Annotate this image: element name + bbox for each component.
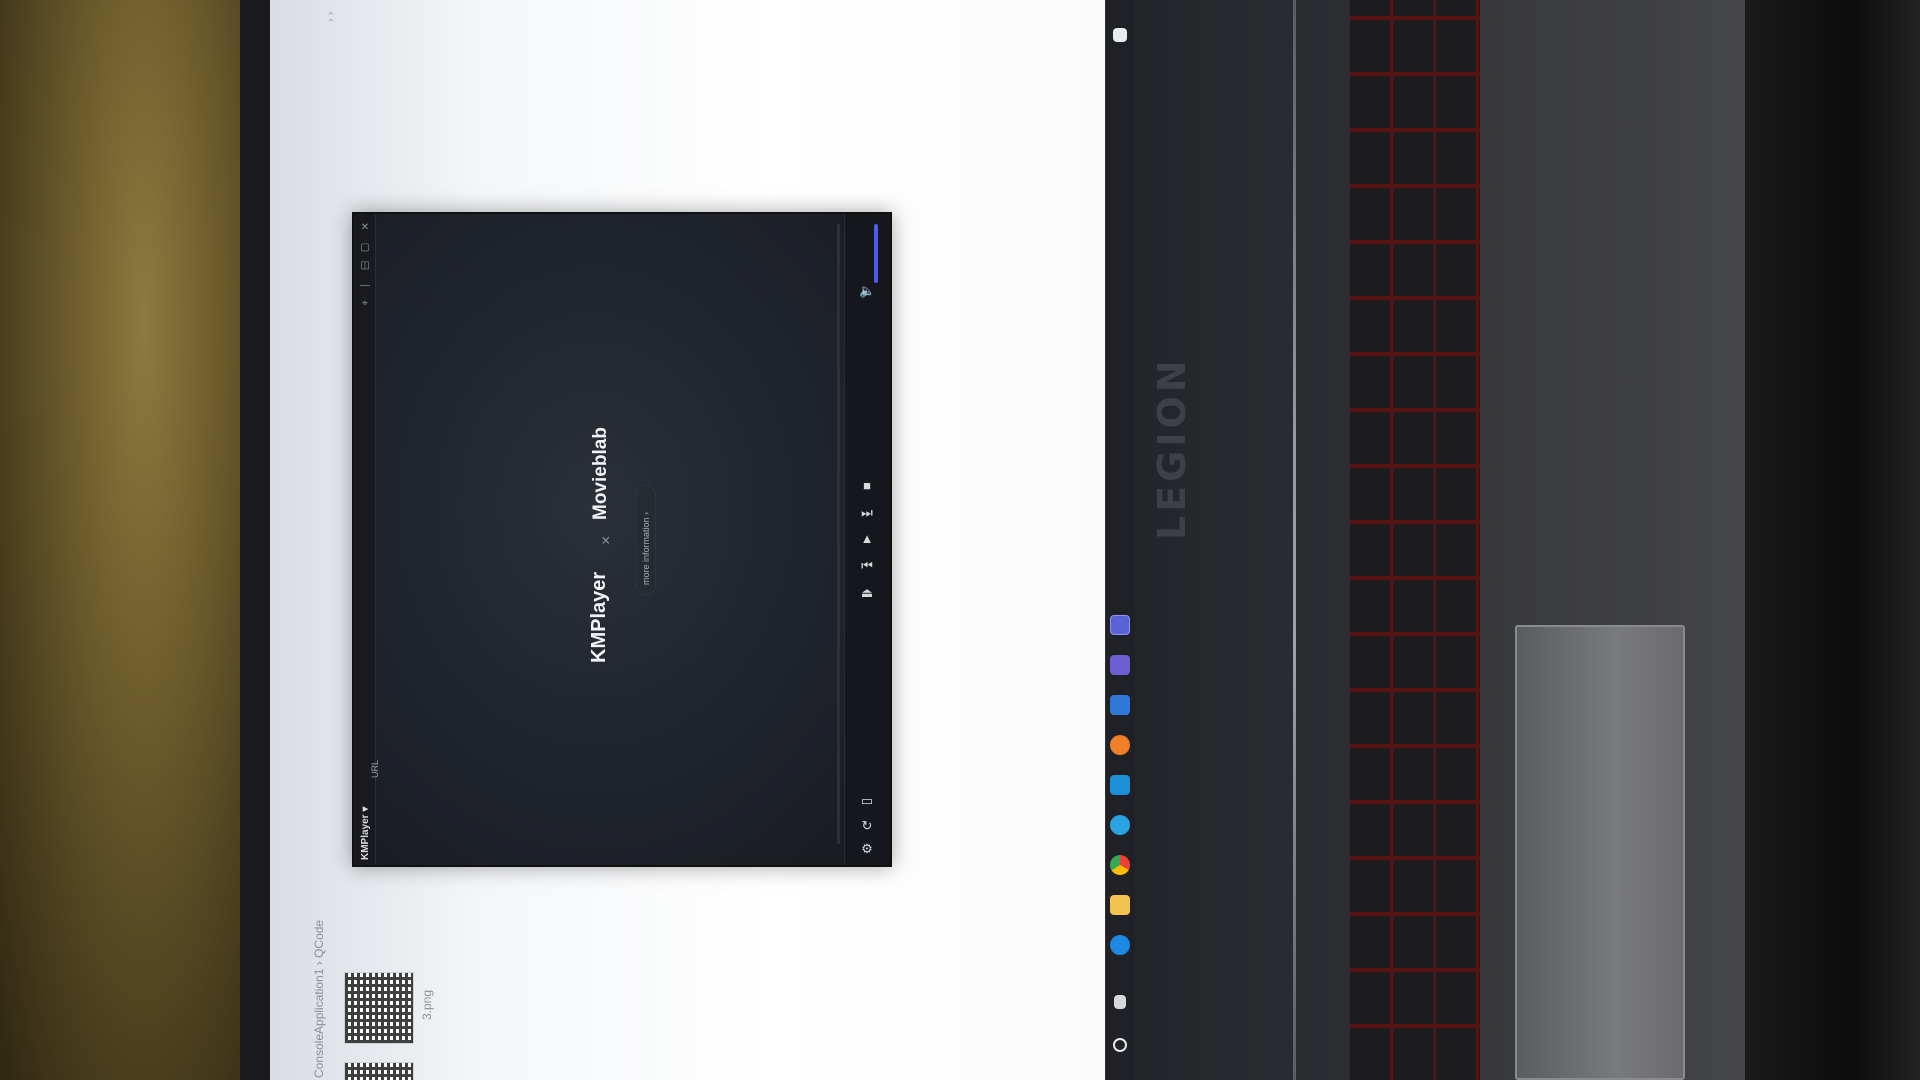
notification-icon[interactable] xyxy=(1113,28,1127,42)
next-icon[interactable]: ⏭ xyxy=(859,506,875,520)
partner-logo: Movieblab xyxy=(590,427,611,520)
chrome-icon[interactable] xyxy=(1110,855,1130,875)
pin-icon[interactable]: ⌖ xyxy=(359,298,371,309)
minimize-icon[interactable]: — xyxy=(359,280,371,291)
taskbar[interactable] xyxy=(1105,0,1135,1080)
explorer-nav-arrows[interactable]: › › xyxy=(325,12,337,22)
maximize-icon[interactable]: ▢ xyxy=(359,242,371,253)
play-icon[interactable]: ▲ xyxy=(859,532,875,546)
store-icon[interactable] xyxy=(1110,775,1130,795)
eject-icon[interactable]: ⏏ xyxy=(859,586,875,600)
seek-bar[interactable] xyxy=(837,224,840,844)
restore-icon[interactable]: ◫ xyxy=(359,260,371,271)
taskview-icon[interactable] xyxy=(1114,995,1126,1009)
tabletop-surface xyxy=(0,0,240,1080)
laptop-brand-logo: LEGION xyxy=(1150,356,1194,540)
kmplayer-logo: KMPlayer xyxy=(588,571,610,663)
close-icon[interactable]: ✕ xyxy=(359,222,371,233)
telegram-icon[interactable] xyxy=(1110,815,1130,835)
edge-icon[interactable] xyxy=(1110,935,1130,955)
screen-hinge xyxy=(1293,0,1296,1080)
playlist-icon[interactable]: ▭ xyxy=(859,794,875,808)
laptop-edge xyxy=(1745,0,1920,1080)
more-information-label[interactable]: more information › xyxy=(641,512,651,585)
player-url-label[interactable]: URL xyxy=(370,760,380,778)
explorer-breadcrumb[interactable]: ConsoleApplication1 › QCode xyxy=(312,920,326,1078)
trackpad xyxy=(1515,625,1685,1080)
monitor-bezel xyxy=(240,0,270,1080)
search-icon[interactable] xyxy=(1113,1038,1127,1052)
settings-icon[interactable]: ⚙ xyxy=(859,842,875,856)
logo-separator: × xyxy=(598,535,615,545)
qr-code-thumbnail[interactable] xyxy=(344,972,414,1044)
kmplayer-window[interactable]: ✕ ▢ ◫ — ⌖ 🔈 ■ ⏭ ▲ ⏮ ⏏ ▭ ↻ ⚙ xyxy=(352,212,892,867)
repeat-icon[interactable]: ↻ xyxy=(859,819,875,833)
stop-icon[interactable]: ■ xyxy=(859,479,875,493)
volume-slider[interactable] xyxy=(874,224,878,283)
volume-icon[interactable]: 🔈 xyxy=(859,284,875,298)
keyboard xyxy=(1350,0,1480,1080)
player-control-bar[interactable]: 🔈 ■ ⏭ ▲ ⏮ ⏏ ▭ ↻ ⚙ xyxy=(844,214,890,865)
app-icon[interactable] xyxy=(1110,735,1130,755)
mail-icon[interactable] xyxy=(1110,695,1130,715)
prev-icon[interactable]: ⏮ xyxy=(859,559,875,573)
kmplayer-icon[interactable] xyxy=(1110,655,1130,675)
qr-code-thumbnail[interactable] xyxy=(344,1062,414,1080)
kmplayer-active-icon[interactable] xyxy=(1110,615,1130,635)
file-explorer-icon[interactable] xyxy=(1110,895,1130,915)
player-title[interactable]: KMPlayer ▾ xyxy=(360,807,371,860)
file-caption: 3.png xyxy=(420,989,434,1020)
